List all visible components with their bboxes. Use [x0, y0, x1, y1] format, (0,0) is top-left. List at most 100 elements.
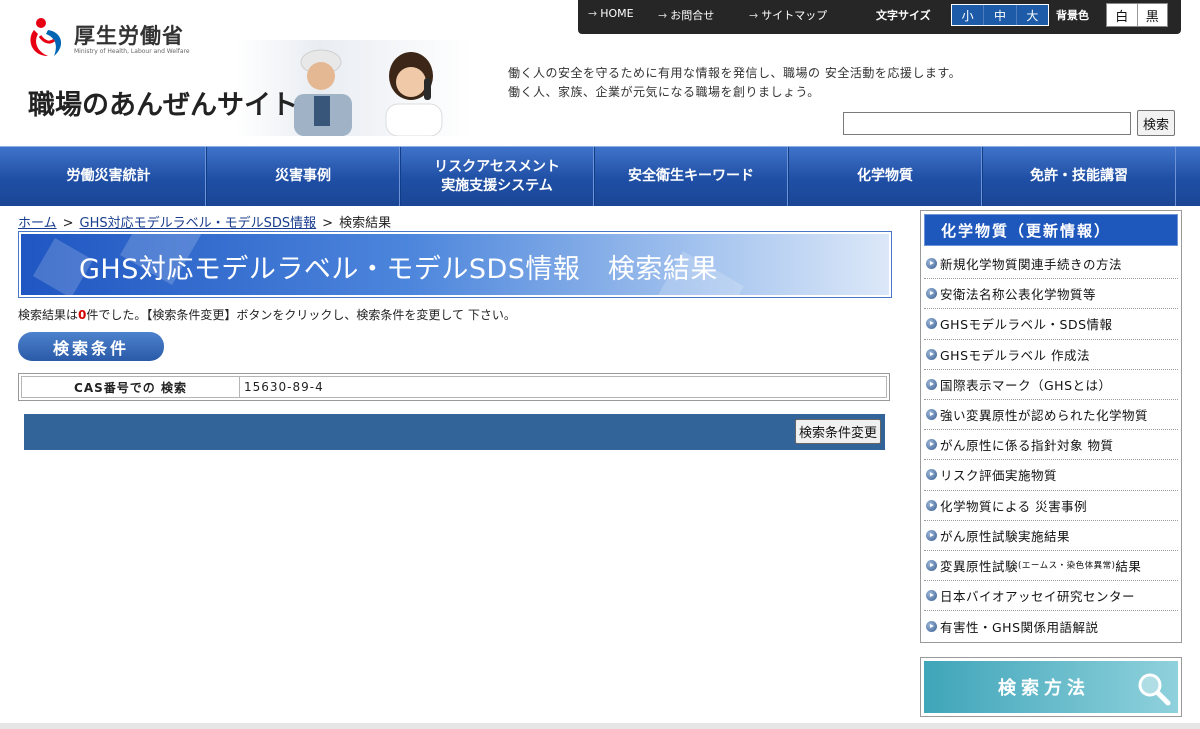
sidebar-item-carcinogenicity-guideline[interactable]: がん原性に係る指針対象 物質 [924, 430, 1178, 461]
arrow-right-icon: → [749, 9, 759, 22]
bullet-arrow-icon [926, 529, 937, 541]
sidebar-item-mutagenicity-tests[interactable]: 変異原性試験 (エームス・染色体異常) 結果 [924, 551, 1178, 582]
bullet-arrow-icon [926, 439, 937, 451]
sidebar-item-bioassay-center[interactable]: 日本バイオアッセイ研究センター [924, 581, 1178, 612]
tagline-line-2: 働く人、家族、企業が元気になる職場を創りましょう。 [508, 85, 820, 99]
breadcrumb-separator: > [322, 216, 334, 231]
sidebar-item-label: 国際表示マーク（GHSとは） [940, 377, 1112, 393]
condition-key-cell: CAS番号での 検索 [22, 377, 240, 397]
sidebar-item-carcinogenicity-tests[interactable]: がん原性試験実施結果 [924, 521, 1178, 551]
utility-bar: → HOME → お問合せ → サイトマップ 文字サイズ 小 中 大 背景色 白 黒 [578, 0, 1181, 34]
mhlw-logo[interactable]: 厚生労働省 Ministry of Health, Labour and Wel… [28, 16, 228, 62]
font-size-medium-button[interactable]: 中 [984, 5, 1017, 25]
sidebar-item-label: 安衛法名称公表化学物質等 [940, 287, 1097, 303]
nav-accident-cases[interactable]: 災害事例 [206, 147, 400, 206]
search-method-banner[interactable]: 検索方法 [920, 657, 1182, 717]
condition-value-cell: 15630-89-4 [244, 380, 324, 394]
sidebar-item-label: 日本バイオアッセイ研究センター [940, 589, 1136, 605]
breadcrumb-home-link[interactable]: ホーム [18, 216, 57, 231]
nav-licenses-training[interactable]: 免許・技能講習 [982, 147, 1176, 206]
page-heading-banner: GHS対応モデルラベル・モデルSDS情報 検索結果 [18, 231, 892, 298]
site-tagline: 働く人の安全を守るために有用な情報を発信し、職場の 安全活動を応援します。 働く… [508, 64, 961, 102]
home-link[interactable]: → HOME [588, 7, 634, 20]
bg-color-switcher: 白 黒 [1106, 3, 1168, 27]
site-search-button[interactable]: 検索 [1137, 110, 1175, 136]
sidebar-item-label: 強い変異原性が認められた化学物質 [940, 408, 1149, 424]
sidebar-item-sublabel: (エームス・染色体異常) [1018, 561, 1116, 572]
site-title[interactable]: 職場のあんぜんサイト [28, 83, 298, 122]
bullet-arrow-icon [926, 499, 937, 511]
sidebar-item-label: リスク評価実施物質 [940, 468, 1058, 484]
sidebar-item-label: がん原性に係る指針対象 物質 [940, 438, 1114, 454]
sidebar-item-published-chemicals[interactable]: 安衛法名称公表化学物質等 [924, 279, 1178, 310]
bg-white-button[interactable]: 白 [1107, 4, 1138, 26]
sidebar-title: 化学物質（更新情報） [924, 214, 1178, 246]
font-size-large-button[interactable]: 大 [1016, 5, 1048, 25]
sidebar-item-label: 化学物質による 災害事例 [940, 498, 1088, 514]
arrow-right-icon: → [658, 9, 668, 22]
global-nav: 労働災害統計 災害事例 リスクアセスメント 実施支援システム 安全衛生キーワード… [0, 146, 1200, 206]
sidebar-item-strong-mutagens[interactable]: 強い変異原性が認められた化学物質 [924, 400, 1178, 431]
sitemap-link-label: サイトマップ [761, 9, 828, 22]
site-header: 厚生労働省 Ministry of Health, Labour and Wel… [0, 0, 1200, 146]
bullet-arrow-icon [926, 590, 937, 602]
bullet-arrow-icon [926, 620, 937, 632]
breadcrumb-separator: > [62, 216, 74, 231]
bullet-arrow-icon [926, 559, 937, 571]
sidebar-item-ghs-marks[interactable]: 国際表示マーク（GHSとは） [924, 370, 1178, 400]
nav-safety-keywords[interactable]: 安全衛生キーワード [594, 147, 788, 206]
sidebar-item-new-chemical-procedures[interactable]: 新規化学物質関連手続きの方法 [924, 249, 1178, 280]
page-heading-background: GHS対応モデルラベル・モデルSDS情報 検索結果 [21, 234, 889, 295]
search-conditions-label: 検索条件 [18, 332, 164, 361]
change-conditions-button[interactable]: 検索条件変更 [794, 419, 881, 444]
bullet-arrow-icon [926, 288, 937, 300]
sidebar-item-risk-evaluation[interactable]: リスク評価実施物質 [924, 460, 1178, 491]
contact-link-label: お問合せ [670, 9, 715, 22]
bullet-arrow-icon [926, 258, 937, 270]
home-link-label: HOME [600, 7, 634, 20]
font-size-switcher: 小 中 大 [951, 4, 1049, 26]
result-message: 検索結果は0件でした。【検索条件変更】ボタンをクリックし、検索条件を変更して 下… [18, 306, 516, 323]
search-method-label: 検索方法 [998, 678, 1090, 699]
bullet-arrow-icon [926, 469, 937, 481]
magnifier-icon [1138, 673, 1171, 706]
breadcrumb: ホーム > GHS対応モデルラベル・モデルSDS情報 > 検索結果 [18, 212, 391, 231]
breadcrumb-current: 検索結果 [339, 216, 392, 231]
sidebar-item-label: 新規化学物質関連手続きの方法 [940, 257, 1123, 273]
bullet-arrow-icon [926, 409, 937, 421]
font-size-label: 文字サイズ [876, 9, 931, 22]
breadcrumb-parent-link[interactable]: GHS対応モデルラベル・モデルSDS情報 [80, 216, 317, 231]
contact-link[interactable]: → お問合せ [658, 7, 714, 23]
bullet-arrow-icon [926, 348, 937, 360]
sitemap-link[interactable]: → サイトマップ [749, 7, 827, 23]
search-conditions-table: CAS番号での 検索 15630-89-4 [18, 373, 890, 401]
sidebar-item-label: GHSモデルラベル 作成法 [940, 347, 1090, 363]
sidebar-item-label: 変異原性試験 [940, 558, 1019, 574]
bullet-arrow-icon [926, 378, 937, 390]
site-search-input[interactable] [843, 112, 1131, 135]
arrow-right-icon: → [588, 7, 598, 20]
result-prefix: 検索結果は [18, 308, 79, 322]
nav-risk-assessment[interactable]: リスクアセスメント 実施支援システム [400, 147, 594, 206]
table-row: CAS番号での 検索 15630-89-4 [21, 376, 887, 398]
sidebar-list: 新規化学物質関連手続きの方法 安衛法名称公表化学物質等 GHSモデルラベル・SD… [924, 249, 1178, 641]
bullet-arrow-icon [926, 318, 937, 330]
sidebar-item-ghs-glossary[interactable]: 有害性・GHS関係用語解説 [924, 611, 1178, 641]
sidebar-item-chemical-accidents[interactable]: 化学物質による 災害事例 [924, 491, 1178, 521]
tagline-line-1: 働く人の安全を守るために有用な情報を発信し、職場の 安全活動を応援します。 [508, 66, 962, 80]
sidebar-item-ghs-label-sds[interactable]: GHSモデルラベル・SDS情報 [924, 309, 1178, 340]
action-bar: 検索条件変更 [24, 414, 885, 450]
bg-black-button[interactable]: 黒 [1138, 4, 1168, 26]
sidebar-item-ghs-label-howto[interactable]: GHSモデルラベル 作成法 [924, 340, 1178, 370]
search-method-background: 検索方法 [924, 661, 1178, 713]
bg-color-label: 背景色 [1056, 9, 1089, 22]
sidebar-item-label: GHSモデルラベル・SDS情報 [940, 317, 1113, 333]
ministry-name: 厚生労働省 [74, 24, 184, 48]
nav-chemicals[interactable]: 化学物質 [788, 147, 982, 206]
sidebar-item-label: 有害性・GHS関係用語解説 [940, 619, 1099, 635]
ministry-name-en: Ministry of Health, Labour and Welfare [74, 48, 190, 55]
font-size-small-button[interactable]: 小 [952, 5, 985, 25]
nav-accident-statistics[interactable]: 労働災害統計 [12, 147, 206, 206]
sidebar-item-label: がん原性試験実施結果 [940, 528, 1071, 544]
sidebar-item-suffix: 結果 [1115, 558, 1142, 574]
